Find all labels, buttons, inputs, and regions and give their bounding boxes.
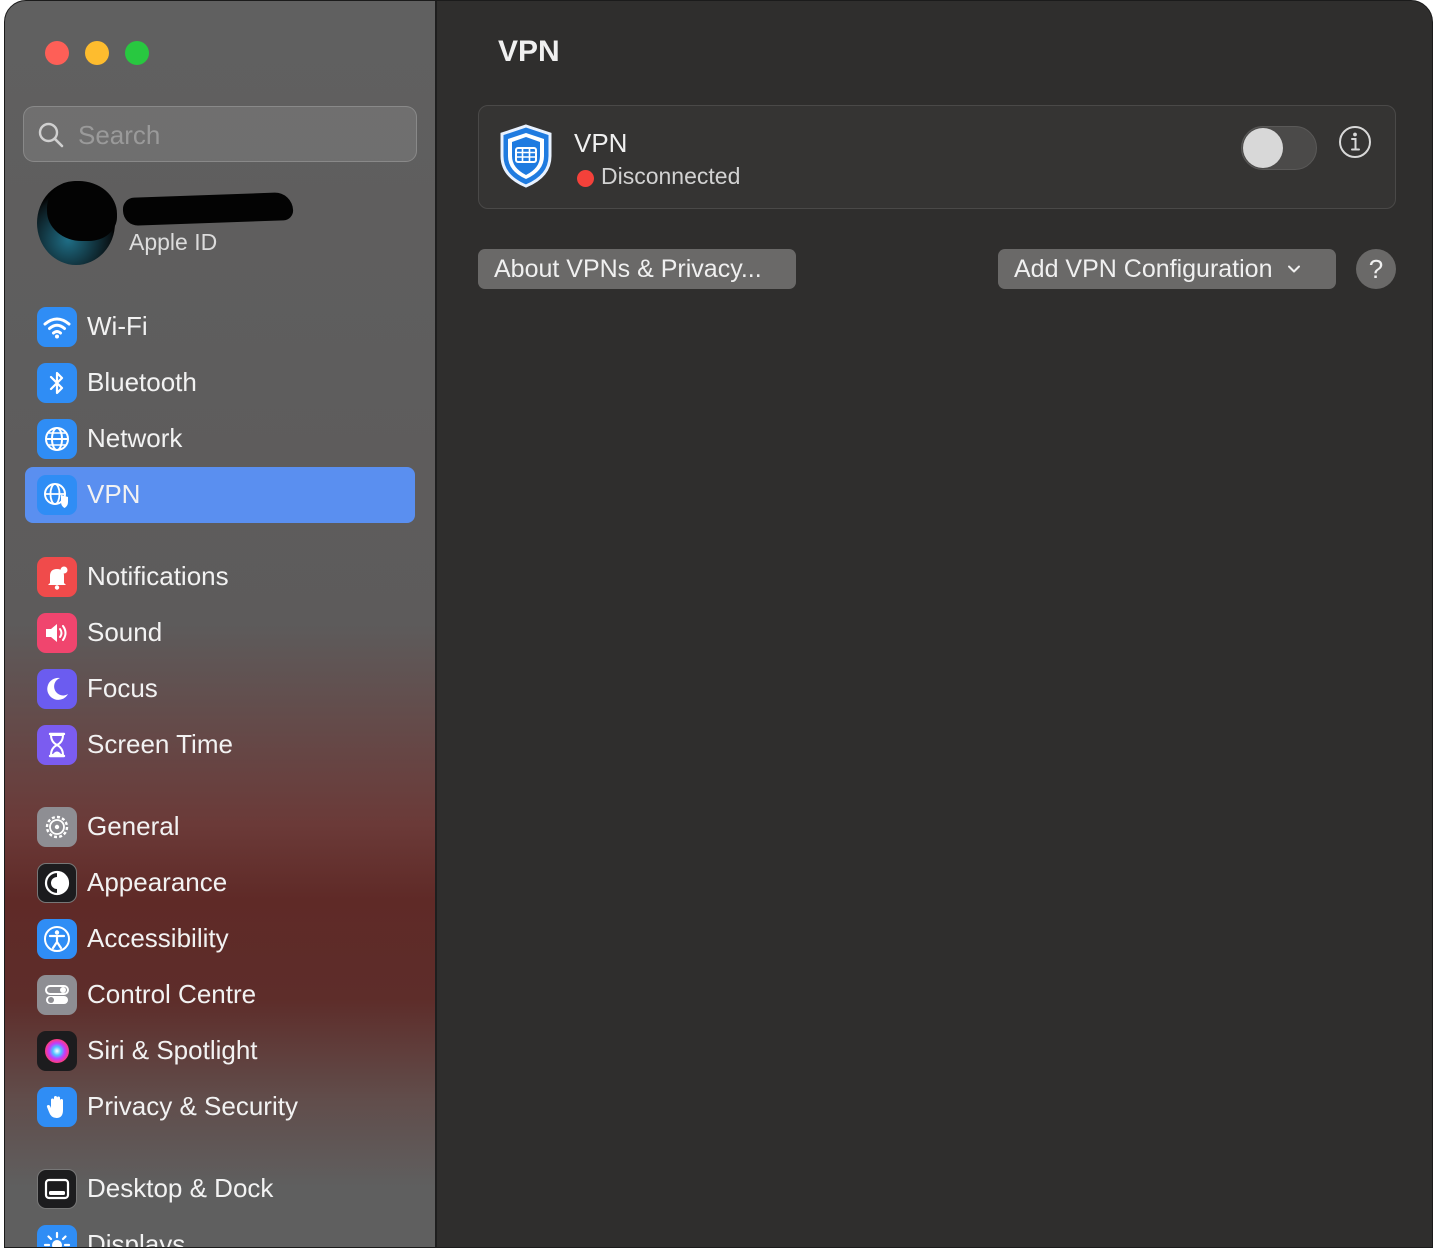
profile-name-redaction [122, 192, 294, 226]
sidebar-item-bluetooth[interactable]: Bluetooth [25, 355, 415, 411]
vpn-name: VPN [574, 128, 628, 158]
add-vpn-configuration-button[interactable]: Add VPN Configuration [998, 249, 1336, 289]
sidebar-item-label: Focus [87, 673, 158, 703]
vpn-toggle[interactable] [1241, 126, 1317, 170]
sidebar-item-label: Desktop & Dock [87, 1173, 274, 1203]
accessibility-icon [37, 919, 77, 959]
globe-icon [37, 419, 77, 459]
vpn-globe-icon [37, 475, 77, 515]
sidebar-item-notifications[interactable]: Notifications [25, 549, 415, 605]
search-icon [38, 122, 64, 148]
bell-icon [37, 557, 77, 597]
avatar-redaction [47, 181, 117, 241]
settings-window: Apple ID Wi-Fi Bluetooth Network [4, 0, 1433, 1248]
hand-icon [37, 1087, 77, 1127]
vpn-shield-icon [500, 124, 552, 188]
sidebar-item-label: Siri & Spotlight [87, 1035, 258, 1065]
info-icon[interactable] [1337, 124, 1373, 160]
sidebar-item-label: Notifications [87, 561, 229, 591]
help-button[interactable]: ? [1356, 249, 1396, 289]
page-title: VPN [498, 35, 560, 68]
close-window-button[interactable] [45, 41, 69, 65]
sidebar-item-accessibility[interactable]: Accessibility [25, 911, 415, 967]
sidebar-item-label: Screen Time [87, 729, 233, 759]
sidebar-item-label: Privacy & Security [87, 1091, 298, 1121]
sidebar-item-label: Sound [87, 617, 163, 647]
apple-id-label: Apple ID [129, 229, 218, 255]
apple-id-profile[interactable]: Apple ID [35, 181, 415, 271]
sidebar-item-network[interactable]: Network [25, 411, 415, 467]
search-input[interactable] [78, 115, 398, 155]
sidebar-item-privacy-security[interactable]: Privacy & Security [25, 1079, 415, 1135]
siri-icon [37, 1031, 77, 1071]
gear-icon [37, 807, 77, 847]
sidebar-item-general[interactable]: General [25, 799, 415, 855]
sidebar-item-label: Bluetooth [87, 367, 197, 397]
hourglass-icon [37, 725, 77, 765]
sidebar-item-siri-spotlight[interactable]: Siri & Spotlight [25, 1023, 415, 1079]
sidebar-item-appearance[interactable]: Appearance [25, 855, 415, 911]
sidebar-item-label: General [87, 811, 180, 841]
sun-icon [37, 1225, 77, 1247]
search-field[interactable] [23, 106, 417, 162]
vpn-status-text: Disconnected [601, 163, 741, 189]
sidebar-item-control-centre[interactable]: Control Centre [25, 967, 415, 1023]
speaker-icon [37, 613, 77, 653]
vpn-connection-card: VPN Disconnected [478, 105, 1396, 209]
sidebar-item-label: Appearance [87, 867, 228, 897]
about-vpns-privacy-button[interactable]: About VPNs & Privacy... [478, 249, 796, 289]
dock-icon [37, 1169, 77, 1209]
wifi-icon [37, 307, 77, 347]
moon-icon [37, 669, 77, 709]
sidebar-item-desktop-dock[interactable]: Desktop & Dock [25, 1161, 415, 1217]
bluetooth-icon [37, 363, 77, 403]
sidebar-item-label: Wi-Fi [87, 311, 148, 341]
appearance-icon [37, 863, 77, 903]
sidebar-item-label: Accessibility [87, 923, 229, 953]
sidebar-item-screen-time[interactable]: Screen Time [25, 717, 415, 773]
zoom-window-button[interactable] [125, 41, 149, 65]
add-vpn-configuration-label: Add VPN Configuration [1014, 254, 1273, 283]
sidebar-item-label: VPN [87, 479, 141, 509]
sidebar-item-focus[interactable]: Focus [25, 661, 415, 717]
toggles-icon [37, 975, 77, 1015]
minimize-window-button[interactable] [85, 41, 109, 65]
sidebar-item-label: Control Centre [87, 979, 257, 1009]
sidebar-item-label: Network [87, 423, 183, 453]
vpn-status-dot [577, 170, 594, 187]
sidebar-item-wifi[interactable]: Wi-Fi [25, 299, 415, 355]
sidebar-item-label: Displays [87, 1229, 186, 1248]
sidebar-item-displays[interactable]: Displays [25, 1217, 415, 1248]
vpn-toggle-knob [1243, 128, 1283, 168]
sidebar: Apple ID Wi-Fi Bluetooth Network [5, 1, 437, 1248]
sidebar-item-vpn[interactable]: VPN [25, 467, 415, 523]
sidebar-item-sound[interactable]: Sound [25, 605, 415, 661]
chevron-down-icon [1288, 265, 1301, 273]
